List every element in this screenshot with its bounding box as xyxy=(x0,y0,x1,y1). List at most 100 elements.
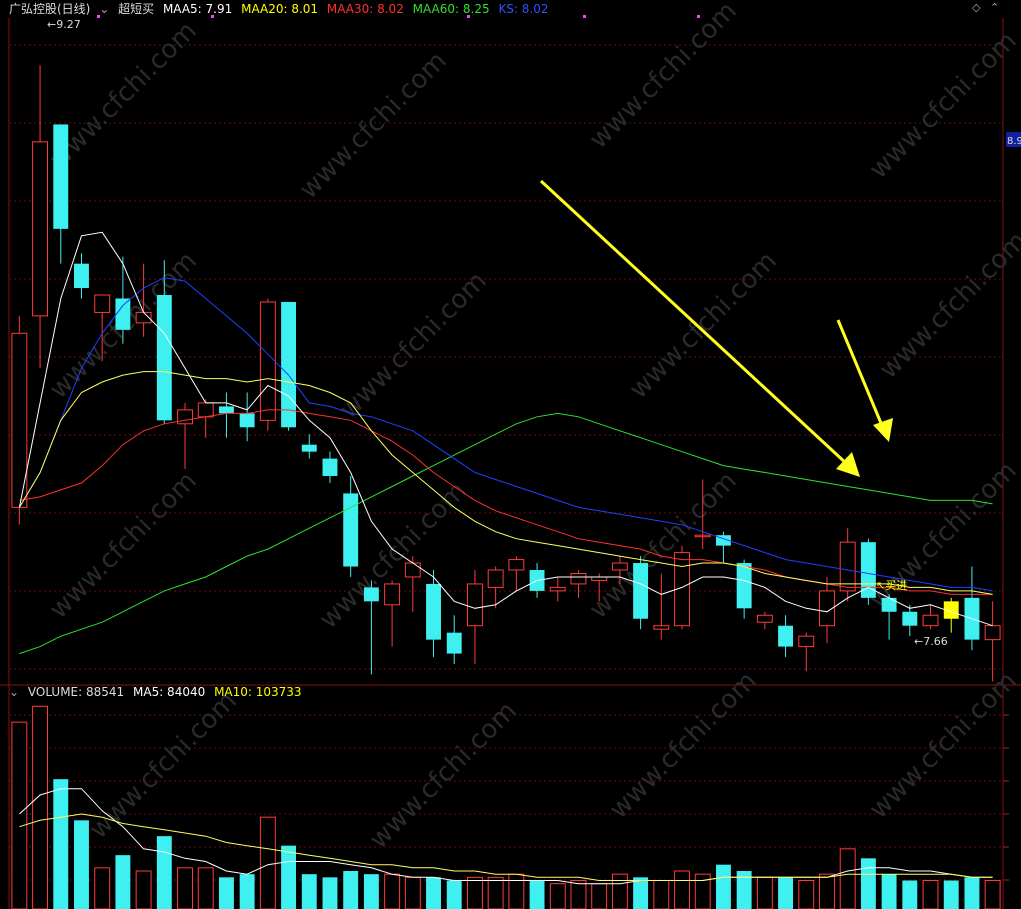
ma30-label: MAA30: 8.02 xyxy=(326,2,404,16)
volume-bar xyxy=(736,871,752,909)
volume-bar xyxy=(943,880,959,909)
watermark-text: www.cfchi.com xyxy=(84,686,243,845)
candle-body xyxy=(611,562,628,571)
stock-name: 广弘控股(日线) xyxy=(9,2,91,16)
volume-header: ⌄ VOLUME: 88541 MA5: 84040 MA10: 103733 xyxy=(9,684,307,700)
watermark-text: www.cfchi.com xyxy=(294,46,453,205)
candle-body xyxy=(508,559,525,571)
volume-ma5: MA5: 84040 xyxy=(133,685,206,699)
volume-bar xyxy=(466,876,483,909)
watermark-text: www.cfchi.com xyxy=(864,26,1021,185)
watermark-text: www.cfchi.com xyxy=(584,0,743,155)
buy-signal-label: ↖买进 xyxy=(876,579,907,592)
volume-bar xyxy=(881,874,897,909)
volume-bar xyxy=(549,883,566,909)
watermark-text: www.cfchi.com xyxy=(44,466,203,625)
watermark-text: www.cfchi.com xyxy=(334,266,493,425)
ma60-label: MAA60: 8.25 xyxy=(412,2,490,16)
candle-body xyxy=(902,611,918,626)
candle-body xyxy=(322,458,338,477)
dropdown-icon[interactable]: ⌄ xyxy=(99,2,109,16)
watermark-text: www.cfchi.com xyxy=(314,476,473,635)
candle-body xyxy=(487,569,504,588)
candle-body xyxy=(301,444,317,452)
candle-body xyxy=(218,406,234,414)
volume-bar xyxy=(239,874,255,909)
volume-title: VOLUME: 88541 xyxy=(27,685,125,699)
candle-body xyxy=(756,614,773,623)
volume-bar xyxy=(156,836,172,909)
arrow-head xyxy=(873,418,893,442)
candle-body xyxy=(466,583,483,627)
volume-bar xyxy=(74,820,89,909)
candle-body xyxy=(570,572,587,585)
volume-bar xyxy=(591,883,608,909)
volume-bar xyxy=(53,779,69,909)
watermark-text: www.cfchi.com xyxy=(864,666,1021,825)
volume-bar xyxy=(922,880,939,909)
volume-bar xyxy=(197,867,214,909)
volume-bar xyxy=(363,874,379,909)
candle-body xyxy=(259,301,276,421)
candle-body xyxy=(694,534,711,538)
candle-body xyxy=(922,614,939,627)
volume-bar xyxy=(384,873,401,909)
volume-bar xyxy=(281,845,297,909)
volume-bar xyxy=(653,880,670,909)
candle-body xyxy=(404,562,421,578)
kline-chart[interactable]: www.cfchi.com www.cfchi.com www.cfchi.com w… xyxy=(0,0,1021,909)
volume-bar xyxy=(259,816,276,909)
ma20-label: MAA20: 8.01 xyxy=(241,2,319,16)
chart-header: 广弘控股(日线) ⌄ 超短买 MAA5: 7.91 MAA20: 8.01 MA… xyxy=(9,1,554,17)
volume-bar xyxy=(94,867,111,909)
watermark-text: www.cfchi.com xyxy=(364,696,523,855)
watermark-text: www.cfchi.com xyxy=(604,666,763,825)
candle-body xyxy=(156,295,172,421)
volume-bar xyxy=(177,867,193,909)
volume-ma10: MA10: 103733 xyxy=(214,685,302,699)
volume-bar xyxy=(487,876,504,909)
candle-body xyxy=(633,563,649,619)
ma5-label: MAA5: 7.91 xyxy=(162,2,233,16)
volume-bar xyxy=(11,721,28,909)
candle-body xyxy=(281,301,297,428)
volume-bar xyxy=(984,880,1001,909)
indicator-name: 超短买 xyxy=(118,2,155,16)
volume-bar xyxy=(839,848,856,909)
candle-body xyxy=(74,263,89,289)
marker-dot xyxy=(583,15,586,18)
ks-label: KS: 8.02 xyxy=(498,2,549,16)
volume-bar xyxy=(964,877,980,909)
candle-body xyxy=(426,583,441,640)
candle-body xyxy=(446,632,462,654)
candle-body xyxy=(197,402,214,418)
candle-body xyxy=(239,413,255,428)
volume-bar xyxy=(819,873,835,909)
volume-bar xyxy=(426,877,441,909)
candle-body xyxy=(384,583,401,606)
volume-bar xyxy=(404,876,421,909)
volume-bar xyxy=(674,870,690,909)
arrow-line xyxy=(539,179,850,467)
candle-body xyxy=(984,625,1001,641)
volume-bar xyxy=(860,858,876,909)
candle-body xyxy=(177,409,193,425)
candle-body xyxy=(549,586,566,592)
volume-bar xyxy=(529,880,545,909)
diamond-icon[interactable]: ◇ xyxy=(972,1,980,14)
arrow-line xyxy=(836,319,885,429)
volume-bar xyxy=(633,877,649,909)
volume-bar xyxy=(115,855,131,909)
volume-bar xyxy=(343,871,359,909)
volume-bar xyxy=(135,870,152,909)
candle-body xyxy=(32,141,49,317)
volume-bar xyxy=(902,880,918,909)
watermark-text: www.cfchi.com xyxy=(874,226,1021,385)
volume-bar xyxy=(798,880,815,909)
volume-dropdown-icon[interactable]: ⌄ xyxy=(9,685,19,699)
candle-body xyxy=(881,597,897,612)
collapse-icon[interactable]: ⌃ xyxy=(990,1,999,14)
volume-bar xyxy=(322,877,338,909)
low-price-label: ←7.66 xyxy=(914,635,948,648)
volume-bar xyxy=(508,873,525,909)
